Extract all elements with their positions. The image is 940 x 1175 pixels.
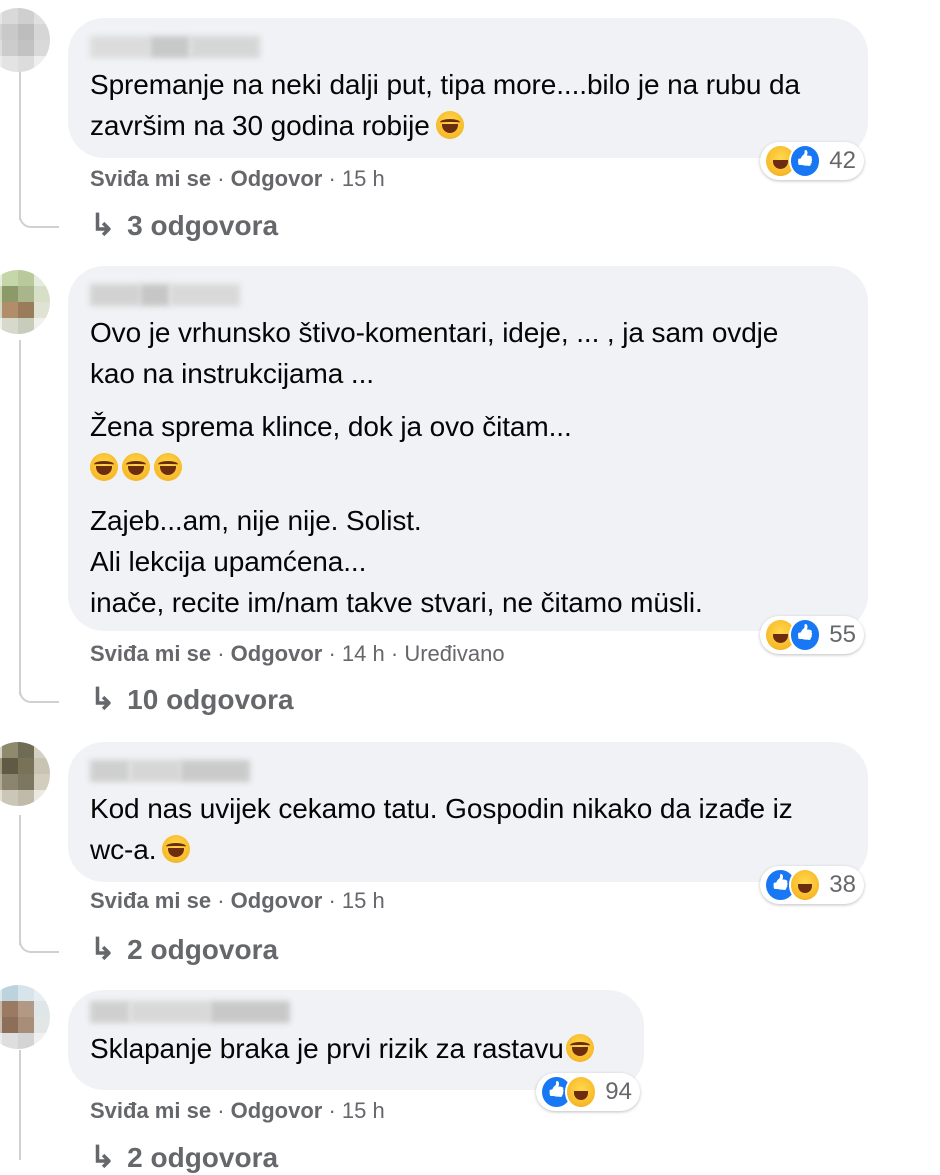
- avatar[interactable]: [0, 8, 50, 72]
- comment-text: Spremanje na neki dalji put, tipa more..…: [90, 64, 846, 146]
- avatar[interactable]: [0, 742, 50, 806]
- thread-elbow: [19, 200, 59, 228]
- reply-arrow-icon: ↳: [90, 683, 116, 716]
- thread-line: [19, 1050, 21, 1160]
- comment-actions: Sviđa mi se · Odgovor · 15 h: [90, 166, 385, 192]
- view-replies-button[interactable]: ↳ 3 odgovora: [90, 208, 278, 243]
- laughing-tears-emoji-icon: [162, 835, 191, 863]
- like-link[interactable]: Sviđa mi se: [90, 166, 211, 191]
- reply-link[interactable]: Odgovor: [231, 1098, 323, 1123]
- comment-bubble: Ovo je vrhunsko štivo-komentari, ideje, …: [68, 266, 868, 631]
- thread-line: [19, 340, 21, 695]
- comment-text: Kod nas uvijek cekamo tatu. Gospodin nik…: [90, 788, 846, 870]
- comment-paragraph: Ali lekcija upamćena...: [90, 546, 367, 577]
- timestamp[interactable]: 15 h: [342, 888, 385, 913]
- comment-actions: Sviđa mi se · Odgovor · 15 h: [90, 888, 385, 914]
- like-link[interactable]: Sviđa mi se: [90, 1098, 211, 1123]
- edited-label[interactable]: Uređivano: [404, 641, 504, 666]
- grinning-emoji-icon: [565, 1034, 594, 1062]
- replies-label: 2 odgovora: [127, 1141, 279, 1173]
- avatar[interactable]: [0, 270, 50, 334]
- like-link[interactable]: Sviđa mi se: [90, 888, 211, 913]
- comment-text: Sklapanje braka je prvi rizik za rastavu: [90, 1028, 622, 1069]
- separator: ·: [328, 1098, 336, 1123]
- author-name-blurred[interactable]: [90, 32, 846, 62]
- comment-text: Ovo je vrhunsko štivo-komentari, ideje, …: [90, 312, 846, 623]
- separator: ·: [328, 166, 336, 191]
- reactions-summary[interactable]: 55: [760, 616, 864, 654]
- comment-paragraph: Sklapanje braka je prvi rizik za rastavu: [90, 1033, 564, 1064]
- timestamp[interactable]: 14 h: [342, 641, 385, 666]
- comment-actions: Sviđa mi se · Odgovor · 15 h: [90, 1098, 385, 1124]
- replies-label: 10 odgovora: [127, 683, 294, 715]
- reply-link[interactable]: Odgovor: [231, 641, 323, 666]
- reaction-count: 38: [829, 871, 856, 898]
- comment-paragraph: inače, recite im/nam takve stvari, ne či…: [90, 587, 703, 618]
- like-reaction-icon: [788, 144, 822, 178]
- view-replies-button[interactable]: ↳ 2 odgovora: [90, 1140, 278, 1175]
- comment-actions: Sviđa mi se · Odgovor · 14 h · Uređivano: [90, 641, 505, 667]
- laughing-tears-emoji-icon: [435, 111, 464, 139]
- reply-arrow-icon: ↳: [90, 933, 116, 966]
- reactions-summary[interactable]: 38: [760, 866, 864, 904]
- view-replies-button[interactable]: ↳ 2 odgovora: [90, 932, 278, 967]
- separator: ·: [217, 888, 225, 913]
- reaction-count: 94: [605, 1078, 632, 1105]
- comment-paragraph: Zajeb...am, nije nije. Solist.: [90, 505, 422, 536]
- author-name-blurred[interactable]: [90, 756, 846, 786]
- thread-elbow: [19, 925, 59, 953]
- timestamp[interactable]: 15 h: [342, 1098, 385, 1123]
- comment-paragraph: kao na instrukcijama ...: [90, 358, 374, 389]
- replies-label: 2 odgovora: [127, 933, 279, 965]
- comment-bubble: Kod nas uvijek cekamo tatu. Gospodin nik…: [68, 742, 868, 882]
- thread-elbow: [19, 675, 59, 703]
- avatar[interactable]: [0, 985, 50, 1049]
- reply-arrow-icon: ↳: [90, 1141, 116, 1174]
- reply-link[interactable]: Odgovor: [231, 166, 323, 191]
- like-link[interactable]: Sviđa mi se: [90, 641, 211, 666]
- view-replies-button[interactable]: ↳ 10 odgovora: [90, 682, 294, 717]
- laughing-tears-emoji-icon: [90, 453, 118, 481]
- like-reaction-icon: [788, 618, 822, 652]
- comment-bubble: Spremanje na neki dalji put, tipa more..…: [68, 18, 868, 158]
- laughing-tears-emoji-icon: [122, 453, 150, 481]
- reactions-summary[interactable]: 94: [536, 1073, 640, 1111]
- haha-reaction-icon: [788, 868, 822, 902]
- laughing-tears-emoji-icon: [154, 453, 182, 481]
- reaction-count: 42: [829, 147, 856, 174]
- reaction-count: 55: [829, 621, 856, 648]
- comment-paragraph: wc-a.: [90, 834, 157, 865]
- timestamp[interactable]: 15 h: [342, 166, 385, 191]
- comment-paragraph: Ovo je vrhunsko štivo-komentari, ideje, …: [90, 317, 779, 348]
- author-name-blurred[interactable]: [90, 998, 622, 1026]
- separator: ·: [217, 166, 225, 191]
- replies-label: 3 odgovora: [127, 209, 279, 241]
- comment-paragraph: Žena sprema klince, dok ja ovo čitam...: [90, 411, 572, 442]
- separator: ·: [328, 641, 336, 666]
- comment-paragraph: Kod nas uvijek cekamo tatu. Gospodin nik…: [90, 793, 793, 824]
- haha-reaction-icon: [564, 1075, 598, 1109]
- reply-arrow-icon: ↳: [90, 209, 116, 242]
- thread-line: [19, 70, 21, 220]
- reactions-summary[interactable]: 42: [760, 142, 864, 180]
- separator: ·: [328, 888, 336, 913]
- author-name-blurred[interactable]: [90, 280, 846, 310]
- separator: ·: [217, 1098, 225, 1123]
- separator: ·: [390, 641, 399, 666]
- separator: ·: [217, 641, 225, 666]
- reply-link[interactable]: Odgovor: [231, 888, 323, 913]
